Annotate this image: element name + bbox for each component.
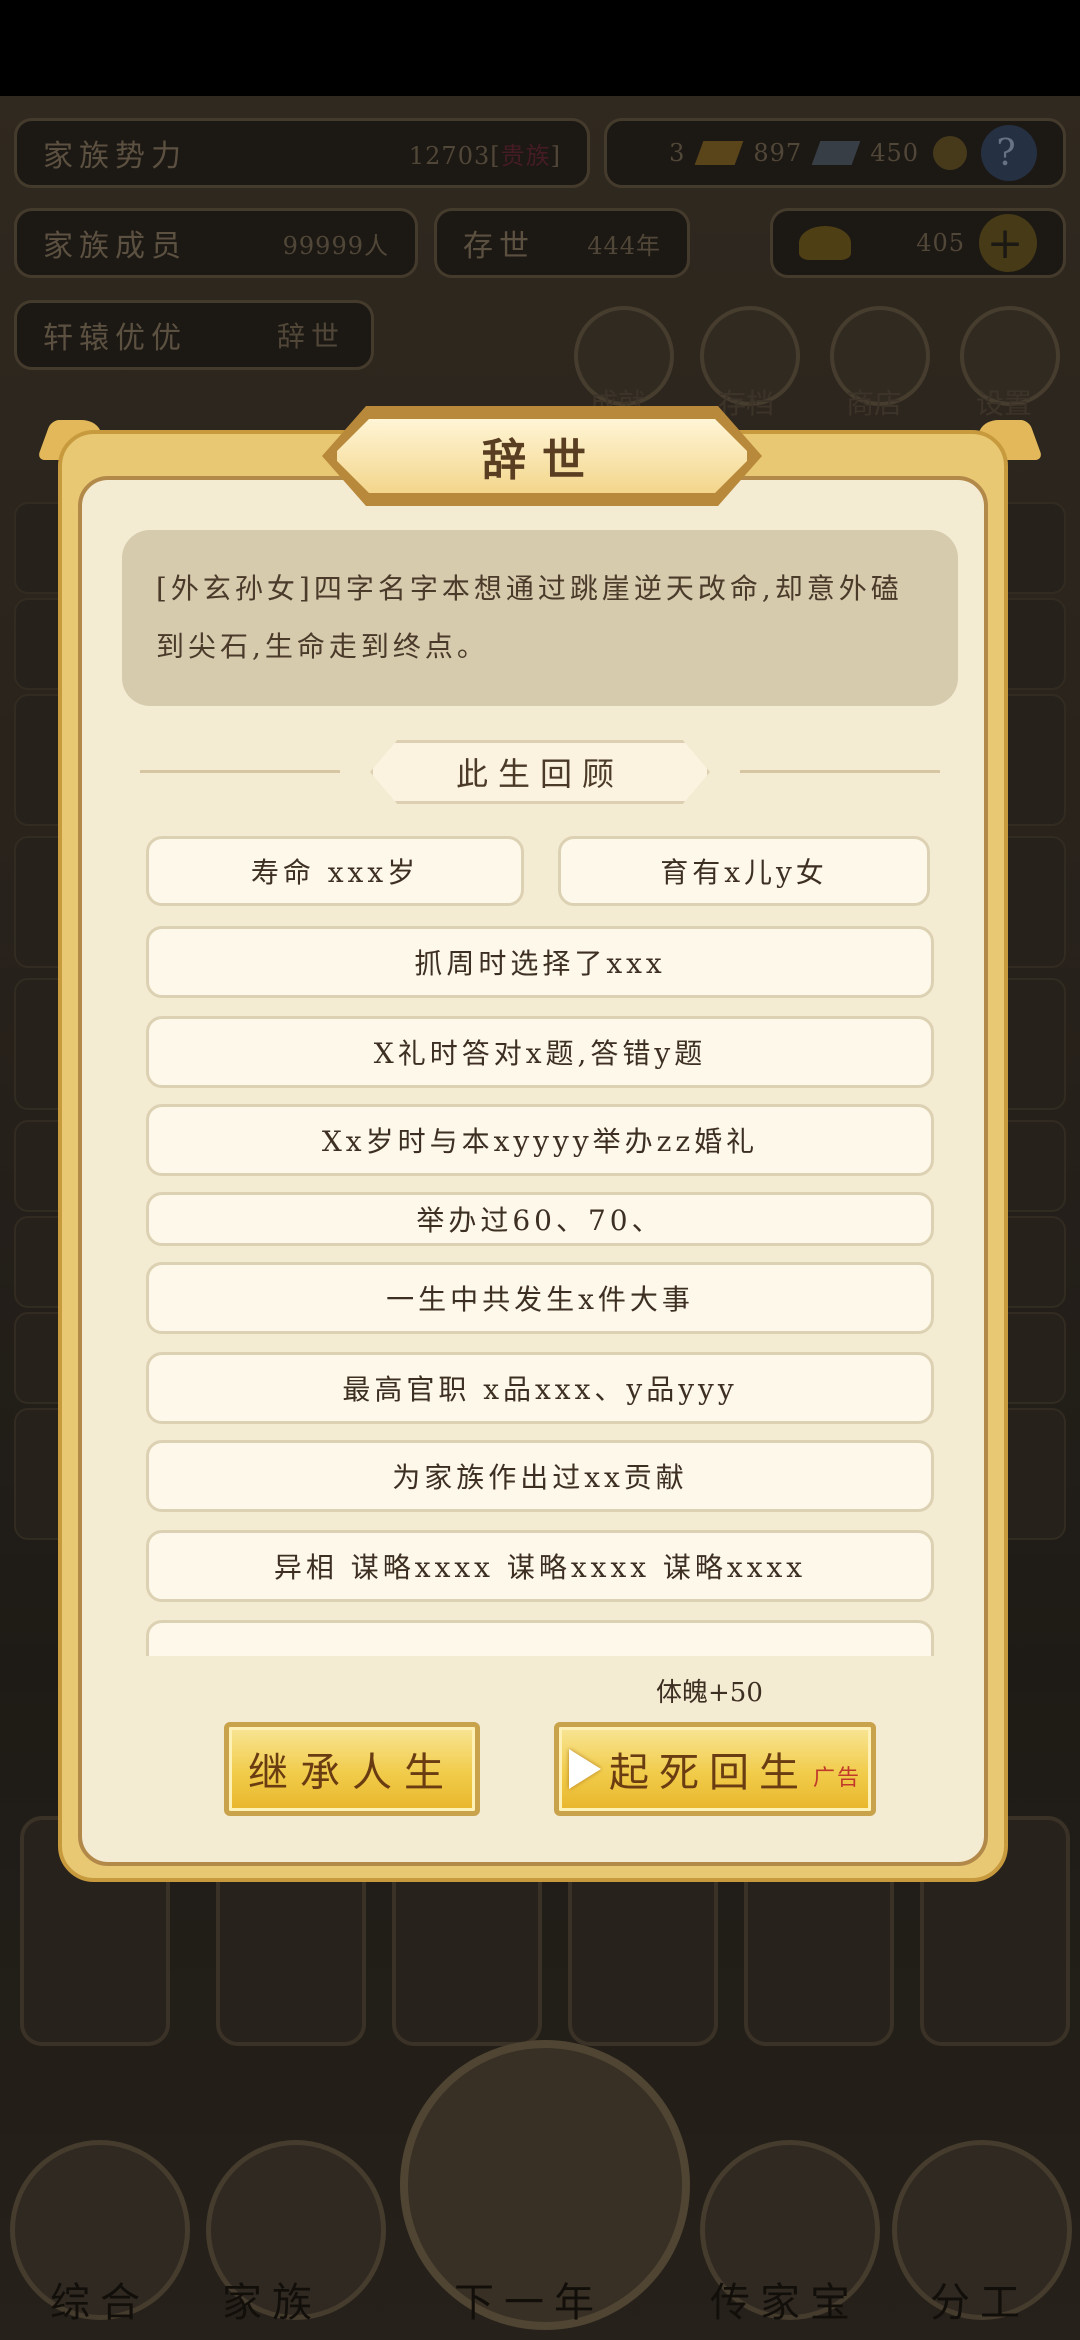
life-review-list[interactable]: 寿命 xxx岁 育有x儿y女 抓周时选择了xxx X礼时答对x题,答错y题 Xx… — [146, 836, 934, 1656]
stat-lifespan: 寿命 xxx岁 — [146, 836, 524, 906]
life-review-header: 此生回顾 — [140, 740, 940, 804]
stat-children: 育有x儿y女 — [558, 836, 930, 906]
reward-text: 体魄+50 — [656, 1678, 763, 1708]
life-review-title: 此生回顾 — [455, 755, 624, 793]
title-plaque: 辞世 — [332, 414, 752, 498]
status-bar — [0, 0, 1080, 96]
inherit-life-button[interactable]: 继承人生 — [224, 1722, 480, 1816]
stat-zhuazhou: 抓周时选择了xxx — [146, 926, 934, 998]
stat-major-events: 一生中共发生x件大事 — [146, 1262, 934, 1334]
death-description: [外玄孙女]四字名字本想通过跳崖逆天改命,却意外磕到尖石,生命走到终点。 — [122, 530, 958, 706]
stat-birthdays: 举办过60、70、 — [146, 1192, 934, 1246]
divider-line-right — [740, 770, 940, 773]
ad-tag: 广告 — [812, 1766, 861, 1791]
inherit-life-label: 继承人生 — [248, 1750, 456, 1796]
revive-button[interactable]: 起死回生 广告 — [554, 1722, 876, 1816]
revive-label: 起死回生 — [608, 1750, 809, 1796]
life-review-badge: 此生回顾 — [370, 740, 710, 804]
stat-traits: 异相 谋略xxxx 谋略xxxx 谋略xxxx — [146, 1530, 934, 1602]
play-ad-icon — [568, 1749, 601, 1789]
stat-highest-office: 最高官职 x品xxx、y品yyy — [146, 1352, 934, 1424]
stat-partial — [146, 1620, 934, 1656]
stat-ceremony-quiz: X礼时答对x题,答错y题 — [146, 1016, 934, 1088]
stat-wedding: Xx岁时与本xyyyy举办zz婚礼 — [146, 1104, 934, 1176]
dialog-title: 辞世 — [482, 435, 602, 486]
stat-contribution: 为家族作出过xx贡献 — [146, 1440, 934, 1512]
divider-line-left — [140, 770, 340, 773]
